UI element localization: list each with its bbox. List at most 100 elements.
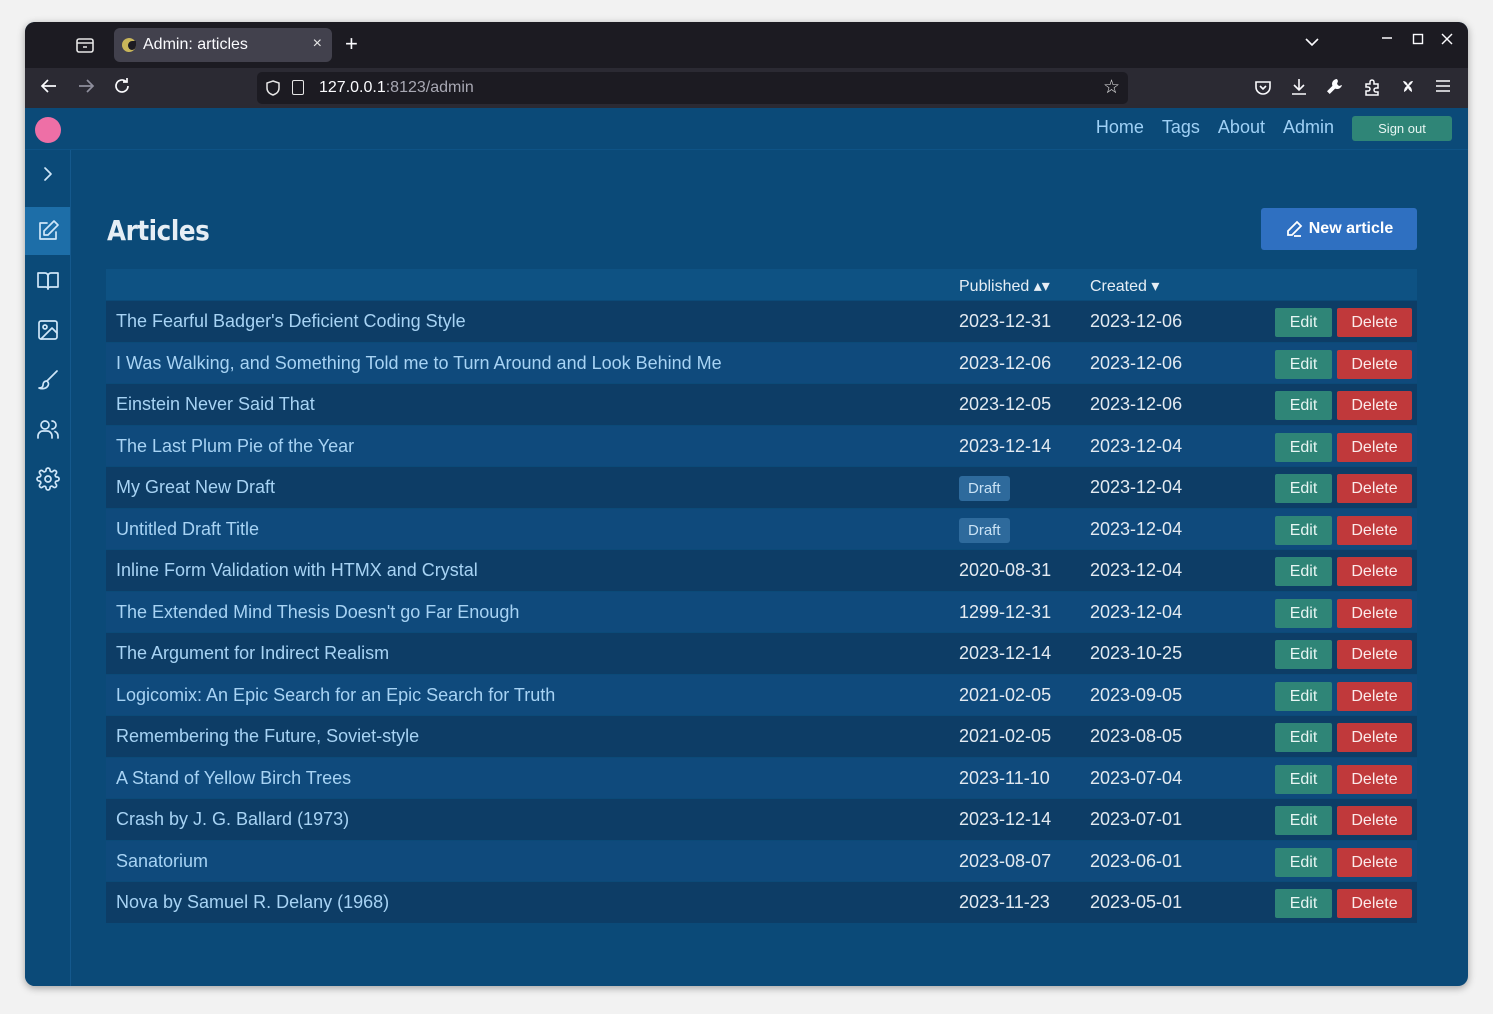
tab-close-icon[interactable]: ×: [313, 35, 322, 53]
article-title-link[interactable]: My Great New Draft: [116, 477, 275, 498]
delete-button[interactable]: Delete: [1337, 349, 1412, 379]
article-title-link[interactable]: The Extended Mind Thesis Doesn't go Far …: [116, 602, 519, 623]
sidebar-item-themes[interactable]: [25, 356, 70, 404]
sort-published-header[interactable]: Published ▴▾: [959, 276, 1050, 296]
sidebar-item-pages[interactable]: [25, 257, 70, 305]
edit-button[interactable]: Edit: [1275, 806, 1332, 835]
edit-button[interactable]: Edit: [1275, 474, 1332, 503]
site-logo[interactable]: [35, 117, 61, 143]
hamburger-menu-icon[interactable]: [1435, 78, 1451, 99]
delete-button[interactable]: Delete: [1337, 640, 1412, 669]
table-row: A Stand of Yellow Birch Trees 2023-11-10 2…: [106, 756, 1417, 798]
back-icon[interactable]: [40, 77, 58, 99]
article-title-link[interactable]: A Stand of Yellow Birch Trees: [116, 768, 351, 789]
published-date: 2023-11-23: [959, 892, 1050, 912]
table-row: Logicomix: An Epic Search for an Epic Se…: [106, 673, 1417, 715]
page-info-icon[interactable]: [292, 80, 304, 95]
table-row: The Extended Mind Thesis Doesn't go Far …: [106, 590, 1417, 632]
edit-button[interactable]: Edit: [1275, 391, 1332, 420]
edit-button[interactable]: Edit: [1275, 847, 1332, 877]
article-title-link[interactable]: Logicomix: An Epic Search for an Epic Se…: [116, 685, 555, 706]
edit-button[interactable]: Edit: [1275, 432, 1332, 462]
edit-button[interactable]: Edit: [1275, 557, 1332, 586]
close-window-icon[interactable]: [1441, 32, 1453, 50]
edit-button[interactable]: Edit: [1275, 681, 1332, 711]
delete-button[interactable]: Delete: [1337, 308, 1412, 337]
delete-button[interactable]: Delete: [1337, 598, 1412, 628]
edit-button[interactable]: Edit: [1275, 308, 1332, 337]
edit-button[interactable]: Edit: [1275, 515, 1332, 545]
delete-button[interactable]: Delete: [1337, 723, 1412, 752]
new-tab-button[interactable]: +: [345, 32, 358, 56]
delete-button[interactable]: Delete: [1337, 557, 1412, 586]
delete-button[interactable]: Delete: [1337, 391, 1412, 420]
wrench-icon[interactable]: [1326, 78, 1344, 101]
table-row: Sanatorium 2023-08-07 2023-06-01 Edit Delete: [106, 839, 1417, 881]
sign-out-button[interactable]: Sign out: [1352, 116, 1452, 141]
tab-overflow-chevron-icon[interactable]: [1305, 34, 1319, 52]
article-title-link[interactable]: I Was Walking, and Something Told me to …: [116, 353, 722, 374]
nav-tags[interactable]: Tags: [1162, 117, 1200, 138]
delete-button[interactable]: Delete: [1337, 474, 1412, 503]
created-date: 2023-06-01: [1090, 850, 1183, 871]
new-article-button[interactable]: New article: [1261, 208, 1417, 250]
created-date: 2023-07-01: [1090, 809, 1183, 829]
nav-home[interactable]: Home: [1096, 117, 1144, 138]
url-text[interactable]: 127.0.0.1:8123/admin: [319, 79, 474, 97]
edit-button[interactable]: Edit: [1275, 640, 1332, 669]
created-date: 2023-12-04: [1090, 518, 1183, 539]
extension-tool-icon[interactable]: [1399, 78, 1417, 101]
tab-list-icon[interactable]: [75, 36, 95, 54]
shield-icon[interactable]: [266, 80, 280, 96]
article-title-link[interactable]: Inline Form Validation with HTMX and Cry…: [116, 560, 478, 581]
sidebar-item-users[interactable]: [25, 405, 70, 453]
sidebar-item-images[interactable]: [25, 306, 70, 354]
page-title: Articles: [107, 214, 210, 247]
article-title-link[interactable]: Nova by Samuel R. Delany (1968): [116, 892, 389, 913]
edit-button[interactable]: Edit: [1275, 598, 1332, 628]
forward-icon[interactable]: [77, 77, 95, 99]
brush-icon: [37, 370, 58, 390]
sidebar-item-settings[interactable]: [25, 455, 70, 503]
delete-button[interactable]: Delete: [1337, 764, 1412, 794]
sort-created-header[interactable]: Created ▾: [1090, 276, 1159, 296]
edit-button[interactable]: Edit: [1275, 723, 1332, 752]
browser-tab[interactable]: Admin: articles ×: [114, 28, 332, 62]
bookmark-star-icon[interactable]: ☆: [1103, 76, 1120, 99]
delete-button[interactable]: Delete: [1337, 681, 1412, 711]
delete-button[interactable]: Delete: [1337, 806, 1412, 835]
book-icon: [36, 272, 59, 290]
edit-button[interactable]: Edit: [1275, 764, 1332, 794]
article-title-link[interactable]: Crash by J. G. Ballard (1973): [116, 809, 349, 830]
download-icon[interactable]: [1290, 78, 1308, 101]
pocket-icon[interactable]: [1254, 78, 1272, 101]
extensions-icon[interactable]: [1363, 78, 1381, 101]
nav-admin[interactable]: Admin: [1283, 117, 1334, 138]
reload-icon[interactable]: [113, 77, 131, 99]
article-title-link[interactable]: Einstein Never Said That: [116, 394, 315, 415]
main-nav: Home Tags About Admin: [1096, 117, 1334, 138]
edit-button[interactable]: Edit: [1275, 349, 1332, 379]
delete-button[interactable]: Delete: [1337, 889, 1412, 918]
article-title-link[interactable]: Sanatorium: [116, 851, 208, 872]
article-title-link[interactable]: Untitled Draft Title: [116, 519, 259, 540]
edit-button[interactable]: Edit: [1275, 889, 1332, 918]
created-date: 2023-12-04: [1090, 601, 1183, 622]
minimize-icon[interactable]: [1381, 31, 1393, 50]
article-title-link[interactable]: The Last Plum Pie of the Year: [116, 436, 354, 457]
created-date: 2023-09-05: [1090, 684, 1183, 705]
sidebar-expand[interactable]: [25, 150, 70, 198]
nav-about[interactable]: About: [1218, 117, 1265, 138]
article-title-link[interactable]: Remembering the Future, Soviet-style: [116, 726, 419, 747]
article-title-link[interactable]: The Fearful Badger's Deficient Coding St…: [116, 311, 466, 332]
delete-button[interactable]: Delete: [1337, 432, 1412, 462]
delete-button[interactable]: Delete: [1337, 847, 1412, 877]
edit-icon: [38, 220, 59, 240]
browser-window: Admin: articles × + 127.0.0.1:8123/admin…: [25, 22, 1468, 986]
sidebar-item-articles[interactable]: [25, 207, 70, 255]
maximize-icon[interactable]: [1412, 32, 1424, 50]
delete-button[interactable]: Delete: [1337, 515, 1412, 545]
created-date: 2023-12-04: [1090, 560, 1183, 580]
address-bar[interactable]: 127.0.0.1:8123/admin ☆: [257, 72, 1128, 104]
article-title-link[interactable]: The Argument for Indirect Realism: [116, 643, 389, 664]
